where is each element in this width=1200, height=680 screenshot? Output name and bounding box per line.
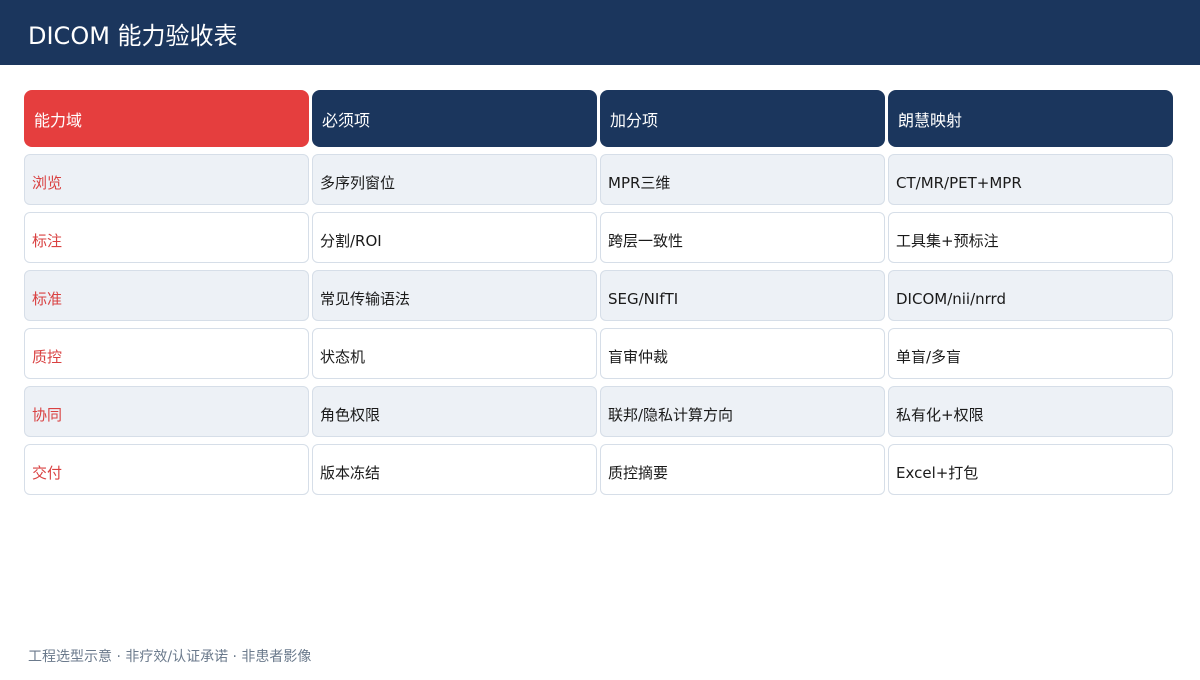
table-cell-domain: 标准 <box>24 270 309 321</box>
table-cell-bonus: 质控摘要 <box>600 444 885 495</box>
table-cell-required: 状态机 <box>312 328 597 379</box>
table-cell-domain: 标注 <box>24 212 309 263</box>
table-cell-mapping: DICOM/nii/nrrd <box>888 270 1173 321</box>
table-cell-mapping: Excel+打包 <box>888 444 1173 495</box>
table-cell-domain: 浏览 <box>24 154 309 205</box>
table-cell-bonus: 盲审仲裁 <box>600 328 885 379</box>
table-cell-bonus: SEG/NIfTI <box>600 270 885 321</box>
table-cell-required: 版本冻结 <box>312 444 597 495</box>
column-header-mapping: 朗慧映射 <box>888 90 1173 147</box>
table-cell-domain: 交付 <box>24 444 309 495</box>
table-cell-required: 常见传输语法 <box>312 270 597 321</box>
capability-table: 能力域 必须项 加分项 朗慧映射 浏览 多序列窗位 MPR三维 CT/MR/PE… <box>24 90 1173 495</box>
table-cell-domain: 协同 <box>24 386 309 437</box>
column-header-required: 必须项 <box>312 90 597 147</box>
table-cell-required: 分割/ROI <box>312 212 597 263</box>
page-title: DICOM 能力验收表 <box>28 22 238 50</box>
top-bar: DICOM 能力验收表 <box>0 0 1200 65</box>
table-cell-bonus: 联邦/隐私计算方向 <box>600 386 885 437</box>
table-cell-bonus: 跨层一致性 <box>600 212 885 263</box>
table-cell-mapping: 工具集+预标注 <box>888 212 1173 263</box>
table-cell-mapping: 私有化+权限 <box>888 386 1173 437</box>
column-header-domain: 能力域 <box>24 90 309 147</box>
table-cell-required: 角色权限 <box>312 386 597 437</box>
table-cell-required: 多序列窗位 <box>312 154 597 205</box>
table-cell-domain: 质控 <box>24 328 309 379</box>
table-cell-mapping: CT/MR/PET+MPR <box>888 154 1173 205</box>
table-cell-bonus: MPR三维 <box>600 154 885 205</box>
table-cell-mapping: 单盲/多盲 <box>888 328 1173 379</box>
footer-note: 工程选型示意 · 非疗效/认证承诺 · 非患者影像 <box>28 649 312 665</box>
column-header-bonus: 加分项 <box>600 90 885 147</box>
